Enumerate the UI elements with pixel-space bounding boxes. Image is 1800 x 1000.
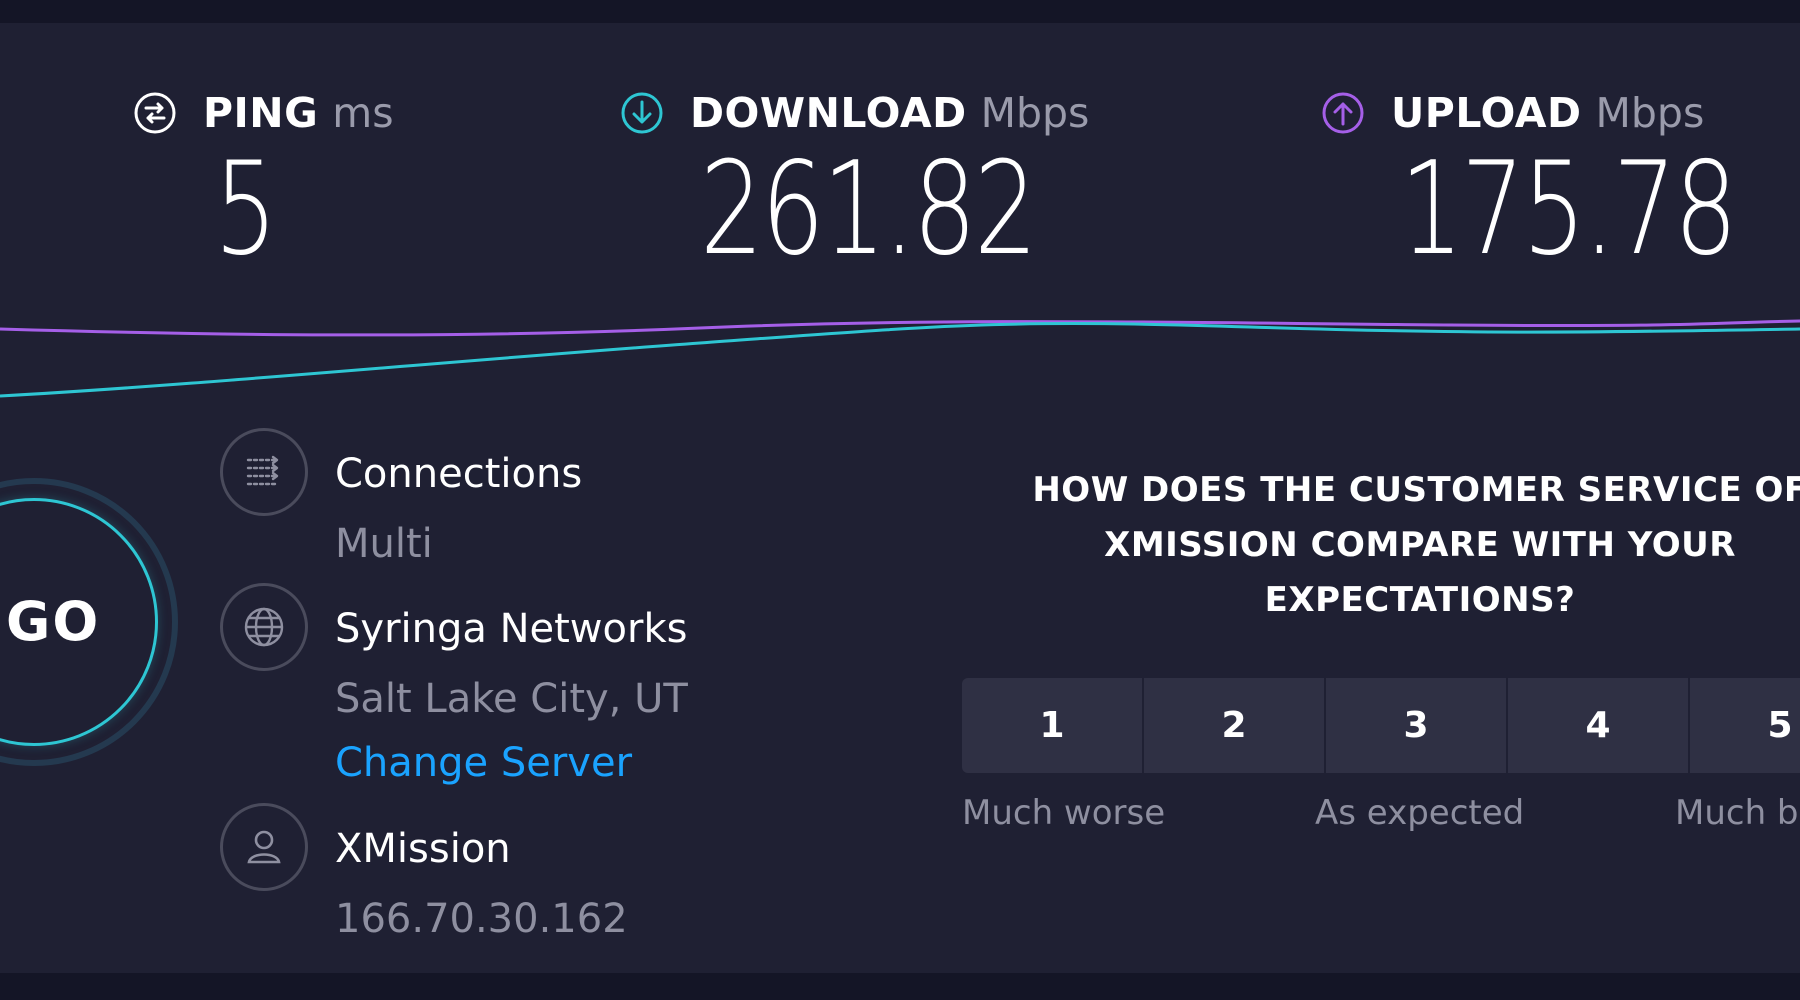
download-unit: Mbps [980, 89, 1090, 137]
rating-button-3[interactable]: 3 [1326, 678, 1506, 773]
server-name: Syringa Networks [335, 606, 688, 652]
ping-value: 5 [214, 135, 278, 284]
connections-title: Connections [335, 451, 583, 497]
user-icon [220, 803, 308, 891]
ping-unit: ms [332, 89, 394, 137]
speedtest-panel: PING ms 5 DOWNLOAD Mbps 261.82 UPLOAD Mb… [0, 23, 1800, 973]
provider-name: XMission [335, 826, 511, 872]
globe-icon-glyph [244, 607, 284, 647]
user-icon-glyph [247, 830, 281, 864]
server-location: Salt Lake City, UT [335, 676, 688, 722]
go-button[interactable]: GO [0, 478, 190, 778]
download-title: DOWNLOAD [690, 89, 967, 137]
rating-button-1[interactable]: 1 [962, 678, 1142, 773]
rating-label-high: Much better [1675, 793, 1800, 833]
speed-graph [0, 319, 1800, 398]
globe-icon [220, 583, 308, 671]
upload-header: UPLOAD Mbps [1321, 88, 1704, 138]
rating-button-2[interactable]: 2 [1144, 678, 1324, 773]
upload-title: UPLOAD [1391, 89, 1582, 137]
change-server-link[interactable]: Change Server [335, 740, 632, 786]
ping-icon [134, 92, 176, 134]
ping-title: PING [203, 89, 319, 137]
rating-button-5[interactable]: 5 [1690, 678, 1800, 773]
rating-button-4[interactable]: 4 [1508, 678, 1688, 773]
upload-arrow-icon [1322, 92, 1364, 134]
rating-label-mid: As expected [1315, 793, 1525, 833]
upload-value: 175.78 [1400, 135, 1738, 284]
survey-rating-group: 1 2 3 4 5 [962, 678, 1800, 773]
ping-header: PING ms [133, 88, 394, 138]
upload-unit: Mbps [1595, 89, 1705, 137]
connections-icon[interactable] [220, 428, 308, 516]
go-button-label: GO [6, 590, 101, 653]
rating-label-low: Much worse [962, 793, 1166, 833]
survey-question: HOW DOES THE CUSTOMER SERVICE OF XMISSIO… [1032, 470, 1800, 620]
connections-value: Multi [335, 521, 433, 567]
download-value: 261.82 [700, 135, 1038, 284]
connections-icon-glyph [246, 455, 279, 486]
download-arrow-icon [621, 92, 663, 134]
provider-ip: 166.70.30.162 [335, 896, 628, 942]
download-header: DOWNLOAD Mbps [620, 88, 1089, 138]
